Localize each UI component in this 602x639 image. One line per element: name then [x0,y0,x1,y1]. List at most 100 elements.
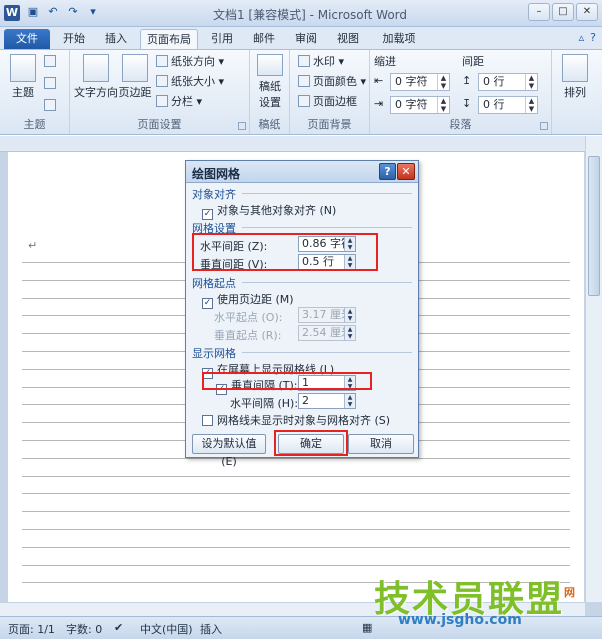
help-icon[interactable]: ? [590,31,596,44]
arrange-button[interactable]: 排列 [558,54,592,100]
v-origin-input[interactable]: 2.54 厘米 ▲ ▼ [298,325,356,341]
page-setup-launcher-icon[interactable] [238,122,246,130]
indent-right-icon: ⇥ [374,97,384,110]
indent-left-icon: ⇤ [374,74,384,87]
dialog-close-icon[interactable]: ✕ [397,163,415,180]
columns-button[interactable]: 分栏 ▾ [156,94,202,110]
h-origin-input[interactable]: 3.17 厘米 ▲ ▼ [298,307,356,323]
status-language[interactable]: 中文(中国) [140,621,193,637]
theme-fonts-icon [44,77,56,89]
page-color-icon [298,75,310,87]
text-direction-button[interactable]: 文字方向 [74,54,118,100]
checkbox-unchecked-icon[interactable] [202,415,213,426]
customize-qat-icon[interactable]: ▾ [86,5,100,19]
status-insert-mode[interactable]: 插入 [200,621,222,637]
paragraph-mark-icon: ↵ [28,239,38,252]
tab-addins[interactable]: 加载项 [374,29,424,49]
proofing-icon[interactable]: ✔ [114,621,123,634]
group-draft-paper: 稿纸 设置 稿纸 [250,50,290,134]
snap-when-hidden-checkbox[interactable]: 网格线未显示时对象与网格对齐 (S) [202,412,390,428]
tab-view[interactable]: 视图 [330,29,366,49]
space-after-input[interactable]: 0 行 ▲ ▼ [478,96,538,114]
arrange-icon [562,54,588,82]
redo-icon[interactable]: ↷ [66,5,80,19]
spinner-arrows-icon[interactable]: ▲ ▼ [525,74,537,90]
orientation-label: 纸张方向 [171,55,215,68]
snap-objects-checkbox[interactable]: ✓ 对象与其他对象对齐 (N) [202,202,336,220]
spacing-heading: 间距 [462,55,484,68]
window-controls: – □ ✕ [528,3,598,21]
orientation-button[interactable]: 纸张方向 ▾ [156,54,224,70]
vertical-scrollbar[interactable] [585,136,602,602]
checkbox-checked-icon[interactable]: ✓ [202,298,213,309]
status-word-count[interactable]: 字数: 0 [66,621,102,637]
size-label: 纸张大小 [171,75,215,88]
collapse-ribbon-icon[interactable]: ▵ [579,31,585,44]
spinner-arrows-icon[interactable]: ▲ ▼ [437,74,449,90]
space-before-icon: ↥ [462,74,472,87]
status-page[interactable]: 页面: 1/1 [8,621,55,637]
section-divider [242,193,412,194]
page-color-label: 页面颜色 [313,75,357,88]
tab-references[interactable]: 引用 [204,29,240,49]
save-icon[interactable]: ▣ [26,5,40,19]
close-window-icon[interactable]: ✕ [576,3,598,21]
space-before-value: 0 行 [483,75,505,88]
set-default-button[interactable]: 设为默认值 (E) [192,434,266,468]
spinner-arrows-icon[interactable]: ▲ ▼ [344,394,355,408]
page-border-label: 页面边框 [313,95,357,108]
spinner-arrows-icon[interactable]: ▲ ▼ [525,97,537,113]
undo-icon[interactable]: ↶ [46,5,60,19]
margins-button[interactable]: 页边距 [118,54,152,100]
indent-left-input[interactable]: 0 字符 ▲ ▼ [390,73,450,91]
themes-label: 主题 [12,86,34,99]
minimize-icon[interactable]: – [528,3,550,21]
dialog-help-icon[interactable]: ? [379,163,396,180]
indent-heading: 缩进 [374,55,396,68]
page-color-button[interactable]: 页面颜色 ▾ [298,74,366,90]
highlight-grid-spacing [192,233,378,271]
vertical-scroll-thumb[interactable] [588,156,600,296]
tab-mailings[interactable]: 邮件 [246,29,282,49]
grid-line [22,547,570,548]
page-border-button[interactable]: 页面边框 [298,94,357,110]
draft-paper-button[interactable]: 稿纸 设置 [254,54,286,110]
group-label-paragraph: 段落 [449,118,472,131]
indent-left-value: 0 字符 [395,75,428,88]
theme-effects-button[interactable] [44,98,59,114]
word-logo-icon: W [4,5,20,21]
space-after-value: 0 行 [483,98,505,111]
size-button[interactable]: 纸张大小 ▾ [156,74,224,90]
tab-file[interactable]: 文件 [4,29,50,49]
grid-line [22,511,570,512]
ribbon: 主题 主题 文字方向 页边距 纸张方向 ▾ 纸张大小 ▾ 分栏 ▾ 页面设置 稿… [0,49,602,135]
ribbon-tabs: 文件 开始 插入 页面布局 引用 邮件 审阅 视图 加载项 ▵ ? [0,27,602,49]
maximize-icon[interactable]: □ [552,3,574,21]
theme-fonts-button[interactable] [44,76,59,92]
spinner-arrows-icon[interactable]: ▲ ▼ [344,326,355,340]
space-before-input[interactable]: 0 行 ▲ ▼ [478,73,538,91]
print-layout-icon[interactable]: ▦ [362,621,372,634]
watermark-button[interactable]: 水印 ▾ [298,54,344,70]
theme-effects-icon [44,99,56,111]
space-after-icon: ↧ [462,97,472,110]
spinner-arrows-icon[interactable]: ▲ ▼ [437,97,449,113]
ribbon-help-controls: ▵ ? [579,31,596,44]
tab-home[interactable]: 开始 [56,29,92,49]
theme-colors-button[interactable] [44,54,59,70]
themes-button[interactable]: 主题 [6,54,40,100]
spinner-arrows-icon[interactable]: ▲ ▼ [344,308,355,322]
group-page-background: 水印 ▾ 页面颜色 ▾ 页面边框 页面背景 [290,50,370,134]
paragraph-launcher-icon[interactable] [540,122,548,130]
draft-paper-label-2: 设置 [259,96,281,109]
checkbox-checked-icon[interactable]: ✓ [202,209,213,220]
indent-right-input[interactable]: 0 字符 ▲ ▼ [390,96,450,114]
snap-when-hidden-label: 网格线未显示时对象与网格对齐 (S) [217,414,391,427]
use-margins-checkbox[interactable]: ✓ 使用页边距 (M) [202,291,294,309]
h-every-input[interactable]: 2 ▲ ▼ [298,393,356,409]
tab-review[interactable]: 审阅 [288,29,324,49]
grid-line [22,493,570,494]
cancel-button[interactable]: 取消 [348,434,414,454]
tab-insert[interactable]: 插入 [98,29,134,49]
tab-page-layout[interactable]: 页面布局 [140,29,198,49]
